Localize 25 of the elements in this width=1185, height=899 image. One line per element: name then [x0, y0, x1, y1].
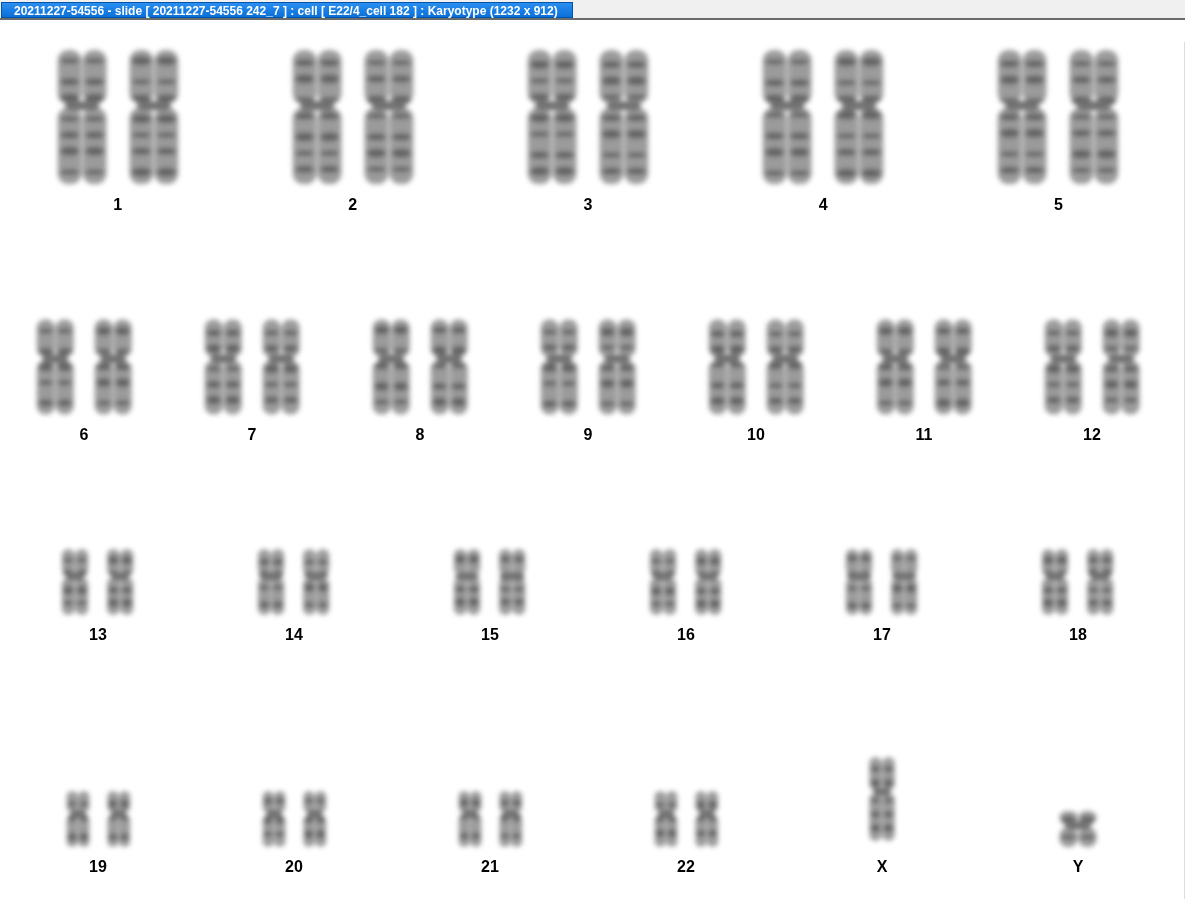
chromosome-label: 15 — [481, 626, 499, 644]
chromosome-label: 19 — [89, 858, 107, 876]
chromosome-label: 4 — [818, 196, 828, 214]
chromosome-label: 5 — [1053, 196, 1063, 214]
chromosome-label: 8 — [415, 426, 425, 444]
chromosome-label: 21 — [481, 858, 499, 876]
chromosome-label: Y — [1072, 858, 1084, 876]
chromosome-label: X — [876, 858, 888, 876]
window-tab[interactable]: 20211227-54556 - slide [ 20211227-54556 242_7 ] : cell [ E22/4_cell 182 ] : Karyotype (1232 x 912) — [1, 2, 573, 18]
chromosome-label: 1 — [113, 196, 123, 214]
chromosome-label: 10 — [747, 426, 765, 444]
chromosome-label: 3 — [583, 196, 593, 214]
chromosome-label: 11 — [915, 426, 933, 444]
chromosome-label: 13 — [89, 626, 107, 644]
chromosome-label: 14 — [285, 626, 303, 644]
chromosome-label: 18 — [1069, 626, 1087, 644]
chromosome-label: 17 — [873, 626, 891, 644]
chromosome-label: 7 — [247, 426, 257, 444]
chromosome-label: 12 — [1083, 426, 1101, 444]
chromosome-label: 2 — [348, 196, 358, 214]
chromosome-label: 16 — [677, 626, 695, 644]
chromosome-label: 9 — [583, 426, 593, 444]
chromosome-label: 6 — [79, 426, 89, 444]
chromosome-label: 22 — [677, 858, 695, 876]
chromosome-label: 20 — [285, 858, 303, 876]
